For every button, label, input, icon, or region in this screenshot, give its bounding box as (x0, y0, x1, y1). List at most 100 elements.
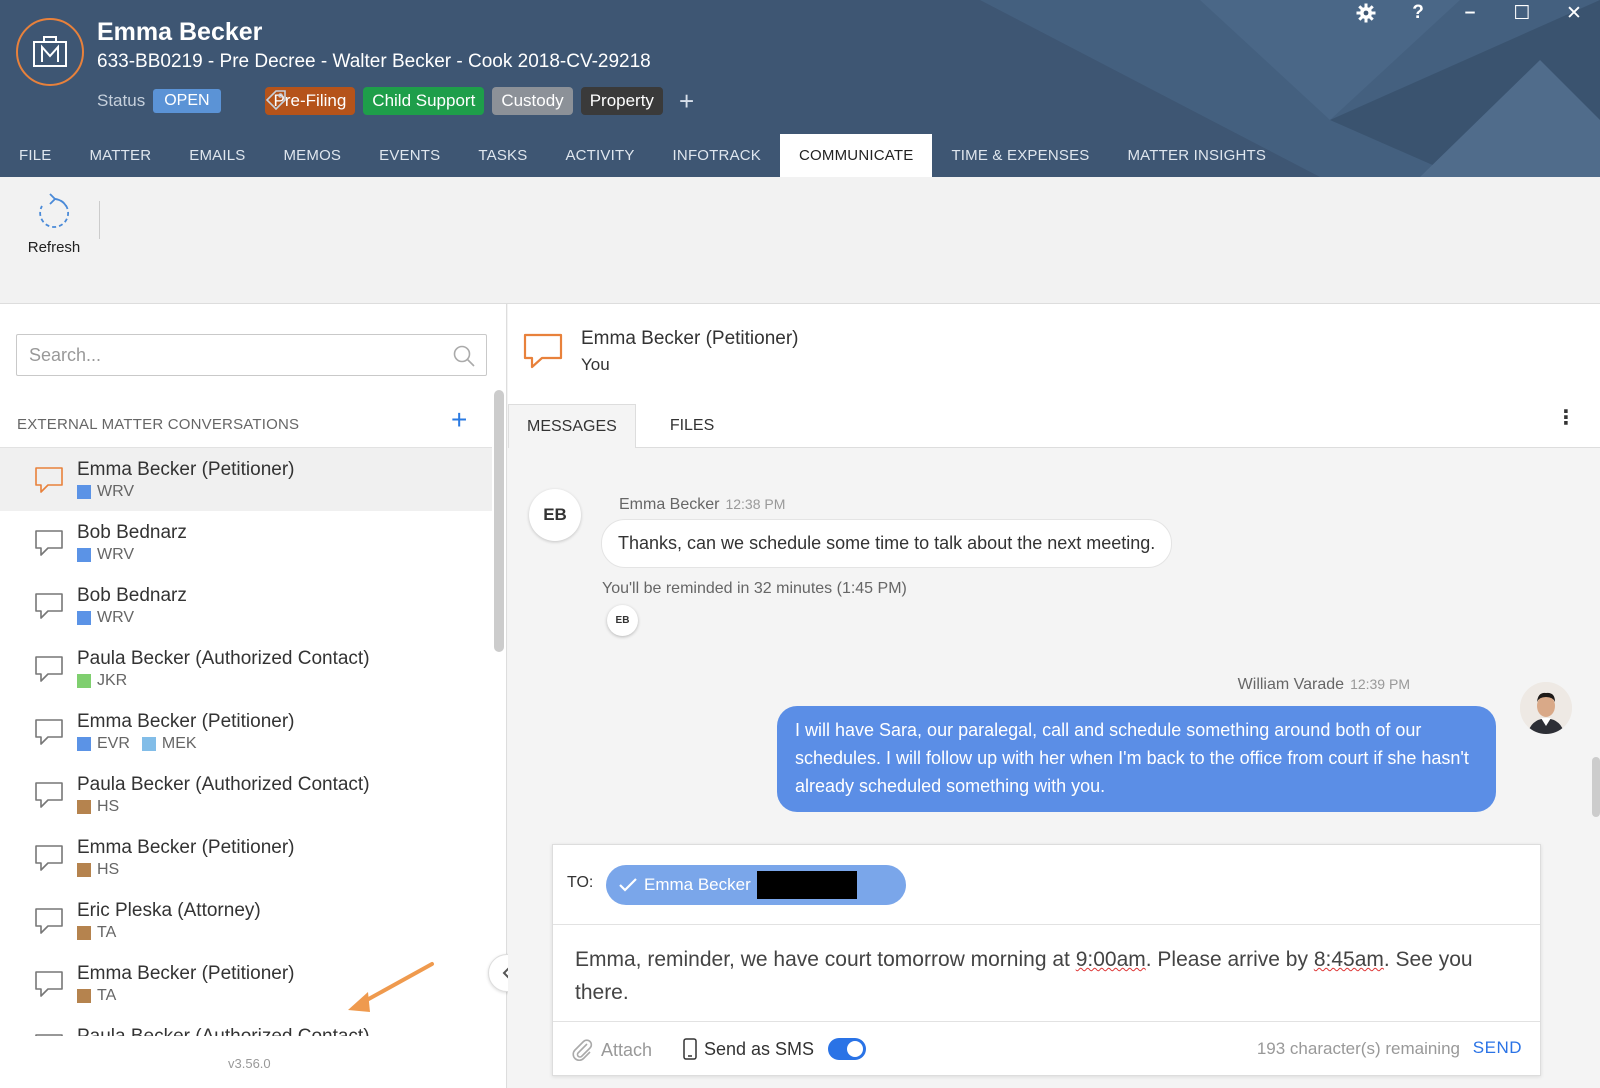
conversation-item[interactable]: Eric Pleska (Attorney) TA (0, 889, 492, 952)
conversation-icon (34, 655, 64, 688)
tab-matter[interactable]: MATTER (70, 134, 170, 177)
composer-footer: Attach Send as SMS 193 character(s) rema… (553, 1021, 1540, 1075)
send-button[interactable]: SEND (1473, 1038, 1522, 1058)
tag-color-swatch (77, 674, 91, 688)
sms-toggle[interactable] (828, 1038, 867, 1060)
message-text-spellcheck: 9:00am (1075, 948, 1146, 971)
recipient-chip[interactable]: Emma Becker (606, 865, 906, 905)
conversation-item[interactable]: Emma Becker (Petitioner) EVR MEK (0, 700, 492, 763)
tag-code: HS (97, 861, 120, 878)
avatar (1520, 682, 1572, 734)
tag-color-swatch (77, 737, 91, 751)
read-receipt-avatar: EB (607, 605, 638, 636)
tab-tasks[interactable]: TASKS (459, 134, 546, 177)
minimize-button[interactable]: – (1444, 0, 1496, 26)
tab-files[interactable]: FILES (652, 404, 732, 448)
conversation-name: Emma Becker (Petitioner) (77, 711, 295, 732)
tag-property[interactable]: Property (580, 87, 663, 115)
conversation-name: Emma Becker (Petitioner) (77, 459, 295, 480)
tab-communicate[interactable]: COMMUNICATE (780, 134, 933, 177)
status-row: Status OPEN Pre-Filing Child Support Cus… (97, 86, 694, 116)
close-button[interactable]: ✕ (1548, 0, 1600, 26)
message-meta: Emma Becker 12:38 PM (619, 496, 785, 514)
chat-bubble-icon (35, 467, 63, 493)
conversation-name: Paula Becker (Authorized Contact) (77, 648, 370, 669)
search-input[interactable] (17, 335, 437, 375)
chat-bubble-icon (523, 333, 563, 369)
message-meta: William Varade 12:39 PM (1238, 676, 1410, 694)
chat-bubble-icon (35, 782, 63, 808)
main-nav: FILE MATTER EMAILS MEMOS EVENTS TASKS AC… (0, 134, 1285, 177)
toggle-knob (847, 1041, 864, 1057)
message-input[interactable]: Emma, reminder, we have court tomorrow m… (575, 943, 1515, 1009)
conversation-name: Emma Becker (Petitioner) (77, 837, 295, 858)
tag-color-swatch (77, 863, 91, 877)
user-tag: TA (77, 987, 116, 1005)
conversation-name: Bob Bednarz (77, 585, 187, 606)
user-tag: JKR (77, 672, 127, 690)
conversation-name: Paula Becker (Authorized Contact) (77, 1026, 370, 1036)
message-time: 12:39 PM (1350, 676, 1410, 692)
reminder-text: You'll be reminded in 32 minutes (1:45 P… (602, 580, 907, 597)
section-title: EXTERNAL MATTER CONVERSATIONS (17, 416, 300, 433)
status-label: Status (97, 91, 146, 110)
tag-code: WRV (97, 483, 135, 500)
tab-emails[interactable]: EMAILS (170, 134, 264, 177)
gear-icon (1356, 3, 1376, 23)
maximize-button[interactable]: ☐ (1496, 0, 1548, 26)
attach-button[interactable]: Attach (571, 1038, 652, 1062)
conversation-tags: WRV (77, 546, 134, 564)
search-icon[interactable] (452, 344, 476, 368)
window-controls: ? – ☐ ✕ (1340, 0, 1600, 26)
message-time: 12:38 PM (725, 496, 786, 512)
help-button[interactable]: ? (1392, 0, 1444, 26)
conversation-icon (34, 466, 64, 499)
more-options-icon[interactable]: ⋮ (1556, 408, 1576, 428)
tab-memos[interactable]: MEMOS (264, 134, 360, 177)
ribbon-toolbar: Refresh (0, 177, 1600, 304)
tag-color-swatch (77, 989, 91, 1003)
tag-child-support[interactable]: Child Support (363, 87, 485, 115)
conversation-item[interactable]: Emma Becker (Petitioner) HS (0, 826, 492, 889)
conversation-tags: JKR (77, 672, 127, 690)
tab-messages[interactable]: MESSAGES (508, 404, 636, 448)
conversation-item[interactable]: Bob Bednarz WRV (0, 511, 492, 574)
status-badge[interactable]: OPEN (153, 89, 221, 113)
tag-code: JKR (97, 672, 128, 689)
conversation-item[interactable]: Paula Becker (Authorized Contact) JKR (0, 637, 492, 700)
tag-color-swatch (77, 485, 91, 499)
tab-activity[interactable]: ACTIVITY (546, 134, 653, 177)
user-tag: EVR (77, 735, 130, 753)
tab-time-expenses[interactable]: TIME & EXPENSES (932, 134, 1108, 177)
tab-infotrack[interactable]: INFOTRACK (654, 134, 780, 177)
add-conversation-button[interactable]: + (451, 406, 467, 434)
conversation-icon (34, 718, 64, 751)
message-text-spellcheck: 8:45am (1313, 948, 1384, 971)
tag-code: MEK (161, 735, 197, 752)
conversation-title: Emma Becker (Petitioner) (581, 328, 799, 349)
sidebar-scrollbar[interactable] (494, 390, 504, 652)
tab-events[interactable]: EVENTS (360, 134, 459, 177)
tag-color-swatch (77, 611, 91, 625)
annotation-arrow-icon (348, 962, 434, 1012)
conversation-panel: Emma Becker (Petitioner) You MESSAGES FI… (508, 304, 1600, 1088)
settings-button[interactable] (1340, 0, 1392, 26)
tag-icon[interactable] (264, 88, 288, 112)
tag-custody[interactable]: Custody (492, 87, 573, 115)
conversation-item[interactable]: Bob Bednarz WRV (0, 574, 492, 637)
chat-bubble-icon (35, 719, 63, 745)
chat-bubble-icon (35, 908, 63, 934)
tab-file[interactable]: FILE (0, 134, 70, 177)
tag-code: WRV (97, 546, 135, 563)
user-tag: WRV (77, 483, 134, 501)
add-tag-icon[interactable]: + (679, 88, 694, 114)
conversation-item[interactable]: Paula Becker (Authorized Contact) HS (0, 763, 492, 826)
conversation-item[interactable]: Emma Becker (Petitioner) WRV (0, 448, 492, 511)
refresh-button[interactable]: Refresh (18, 191, 90, 256)
messages-scrollbar[interactable] (1592, 757, 1600, 817)
recipient-row: TO: Emma Becker (553, 845, 1540, 925)
conversation-tags: HS (77, 861, 119, 879)
tab-matter-insights[interactable]: MATTER INSIGHTS (1108, 134, 1285, 177)
conversation-tags: TA (77, 987, 116, 1005)
message-text: . Please arrive by (1145, 948, 1314, 971)
